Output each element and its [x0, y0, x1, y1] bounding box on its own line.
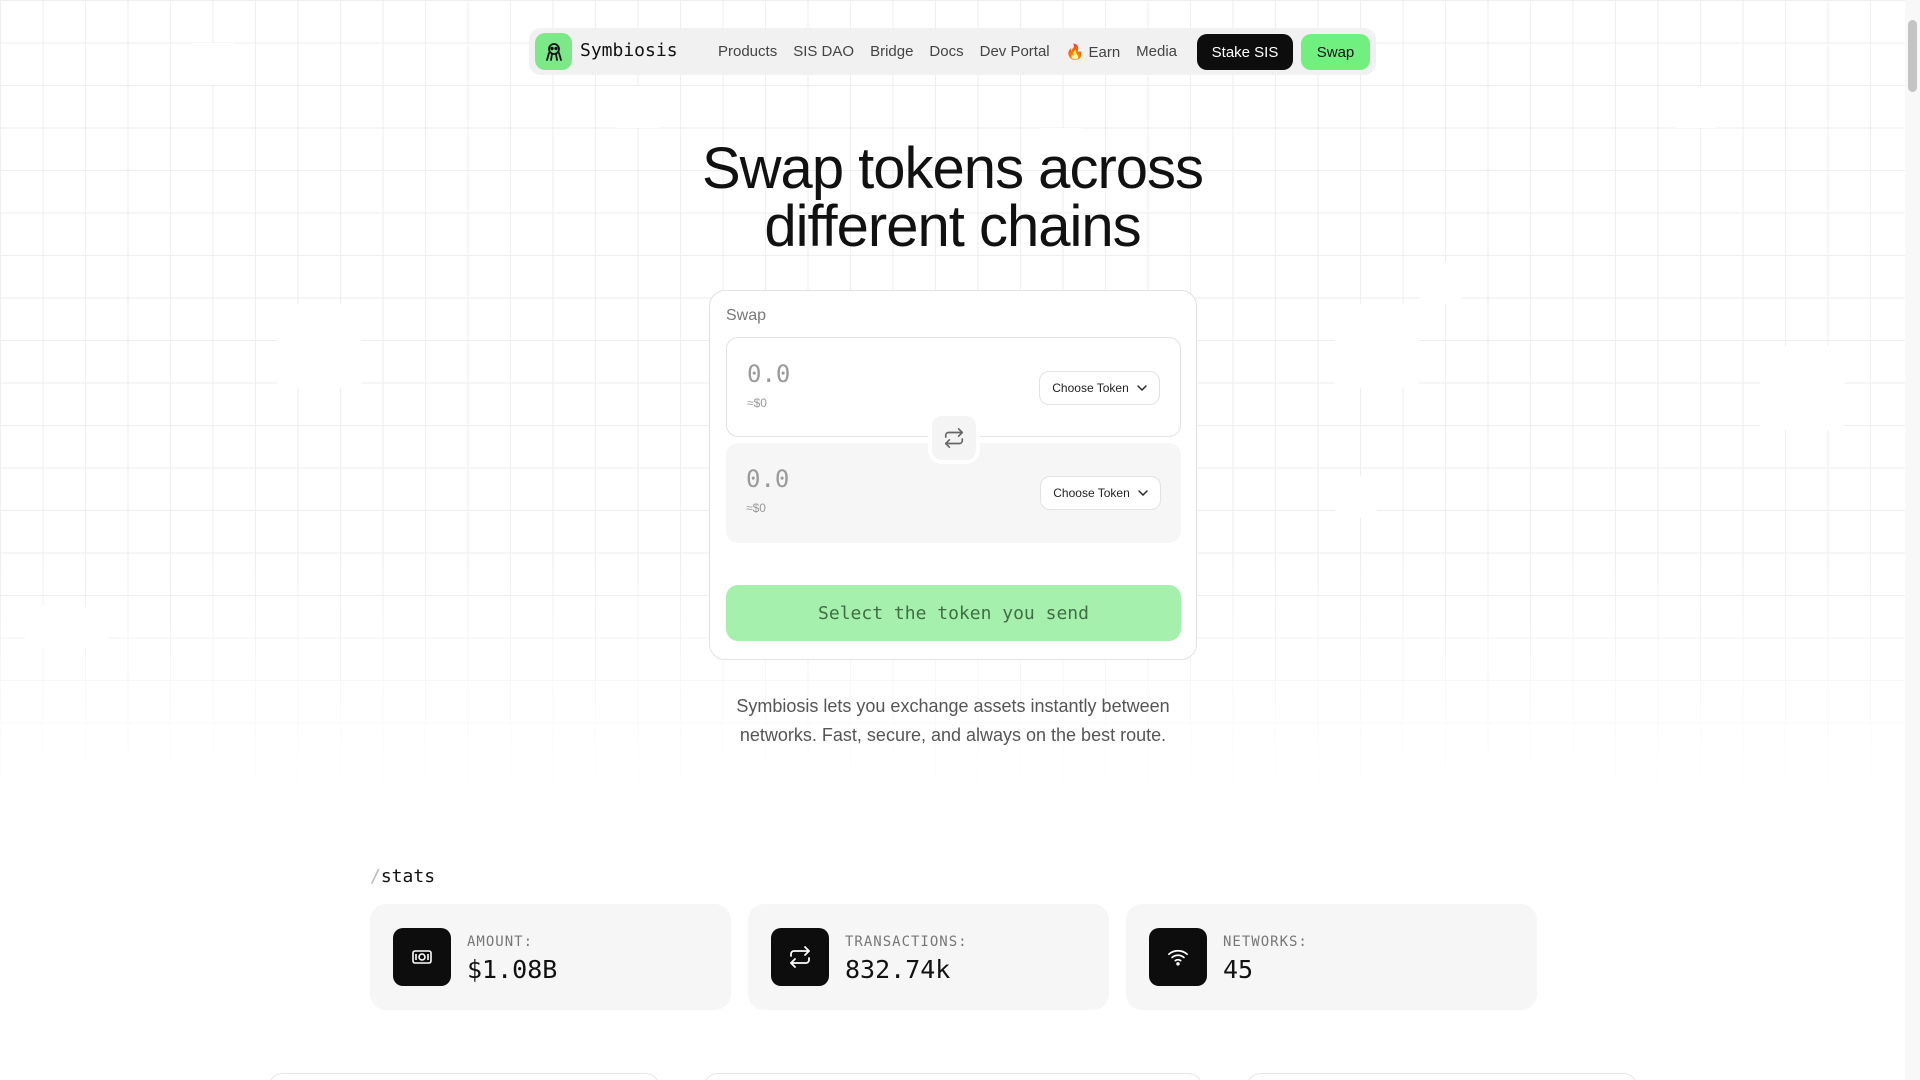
grid-tile — [1420, 262, 1462, 304]
to-amount-input[interactable]: 0.0 — [746, 465, 789, 493]
top-nav: Symbiosis Products SIS DAO Bridge Docs D… — [529, 28, 1376, 75]
repeat-icon — [944, 428, 964, 448]
swap-nav-button[interactable]: Swap — [1301, 34, 1370, 70]
grid-tile — [192, 43, 234, 85]
swap-card: Swap 0.0 ≈$0 Choose Token 0.0 ≈$0 Choose… — [709, 290, 1197, 660]
stat-label-networks: NETWORKS: — [1223, 934, 1308, 950]
grid-tile — [1675, 86, 1717, 128]
nav-link-docs[interactable]: Docs — [929, 43, 963, 60]
feature-card — [1246, 1073, 1638, 1080]
stat-card-amount: AMOUNT: $1.08B — [370, 904, 731, 1010]
nav-link-products[interactable]: Products — [718, 43, 777, 60]
from-choose-token-label: Choose Token — [1052, 381, 1129, 395]
feature-card — [268, 1073, 660, 1080]
tagline-line-2: networks. Fast, secure, and always on th… — [739, 725, 1167, 745]
flip-direction-button[interactable] — [928, 412, 980, 464]
scrollbar-thumb[interactable] — [1908, 20, 1917, 92]
stat-value-networks: 45 — [1223, 955, 1254, 984]
brand-name[interactable]: Symbiosis — [580, 40, 678, 61]
grid-tile — [1760, 346, 1844, 430]
page-title-line-1: Swap tokens across — [701, 136, 1204, 201]
stats-heading: /stats — [370, 866, 435, 887]
from-usd-value: ≈$0 — [747, 396, 767, 410]
nav-link-bridge[interactable]: Bridge — [870, 43, 913, 60]
grid-tile — [25, 606, 109, 648]
stats-heading-slash: / — [370, 866, 381, 887]
repeat-icon — [771, 928, 829, 986]
from-choose-token-button[interactable]: Choose Token — [1039, 371, 1160, 405]
chevron-down-icon — [1137, 385, 1147, 391]
to-choose-token-button[interactable]: Choose Token — [1040, 476, 1161, 510]
stat-label-amount: AMOUNT: — [467, 934, 534, 950]
nav-link-earn[interactable]: 🔥 Earn — [1066, 43, 1121, 61]
feature-card — [703, 1073, 1203, 1080]
stat-label-transactions: TRANSACTIONS: — [845, 934, 968, 950]
stat-value-amount: $1.08B — [467, 955, 558, 984]
stake-sis-button[interactable]: Stake SIS — [1197, 34, 1293, 70]
select-token-button[interactable]: Select the token you send — [726, 585, 1181, 641]
nav-link-sis-dao[interactable]: SIS DAO — [793, 43, 854, 60]
cash-icon — [393, 928, 451, 986]
chevron-down-icon — [1138, 490, 1148, 496]
scrollbar-track[interactable] — [1905, 0, 1920, 1080]
tagline-line-1: Symbiosis lets you exchange assets insta… — [736, 696, 1170, 716]
nav-links: Products SIS DAO Bridge Docs Dev Portal … — [718, 28, 1193, 75]
grid-tile — [1335, 476, 1377, 518]
stat-card-transactions: TRANSACTIONS: 832.74k — [748, 904, 1109, 1010]
stat-value-transactions: 832.74k — [845, 955, 951, 984]
stat-card-networks: NETWORKS: 45 — [1126, 904, 1537, 1010]
grid-tile — [277, 304, 361, 388]
to-choose-token-label: Choose Token — [1053, 486, 1130, 500]
to-usd-value: ≈$0 — [746, 501, 766, 515]
tagline: Symbiosis lets you exchange assets insta… — [700, 692, 1206, 750]
wifi-icon — [1149, 928, 1207, 986]
grid-tile — [617, 86, 659, 128]
grid-tile — [1335, 304, 1419, 388]
from-amount-input[interactable]: 0.0 — [747, 360, 790, 388]
page-title-line-2: different chains — [764, 194, 1141, 259]
symbiosis-logo-icon[interactable] — [535, 33, 572, 70]
page-title: Swap tokens across different chains — [660, 140, 1245, 256]
stats-heading-text: stats — [380, 866, 436, 887]
swap-card-title: Swap — [726, 307, 767, 324]
nav-link-media[interactable]: Media — [1136, 43, 1177, 60]
nav-link-dev-portal[interactable]: Dev Portal — [980, 43, 1050, 60]
